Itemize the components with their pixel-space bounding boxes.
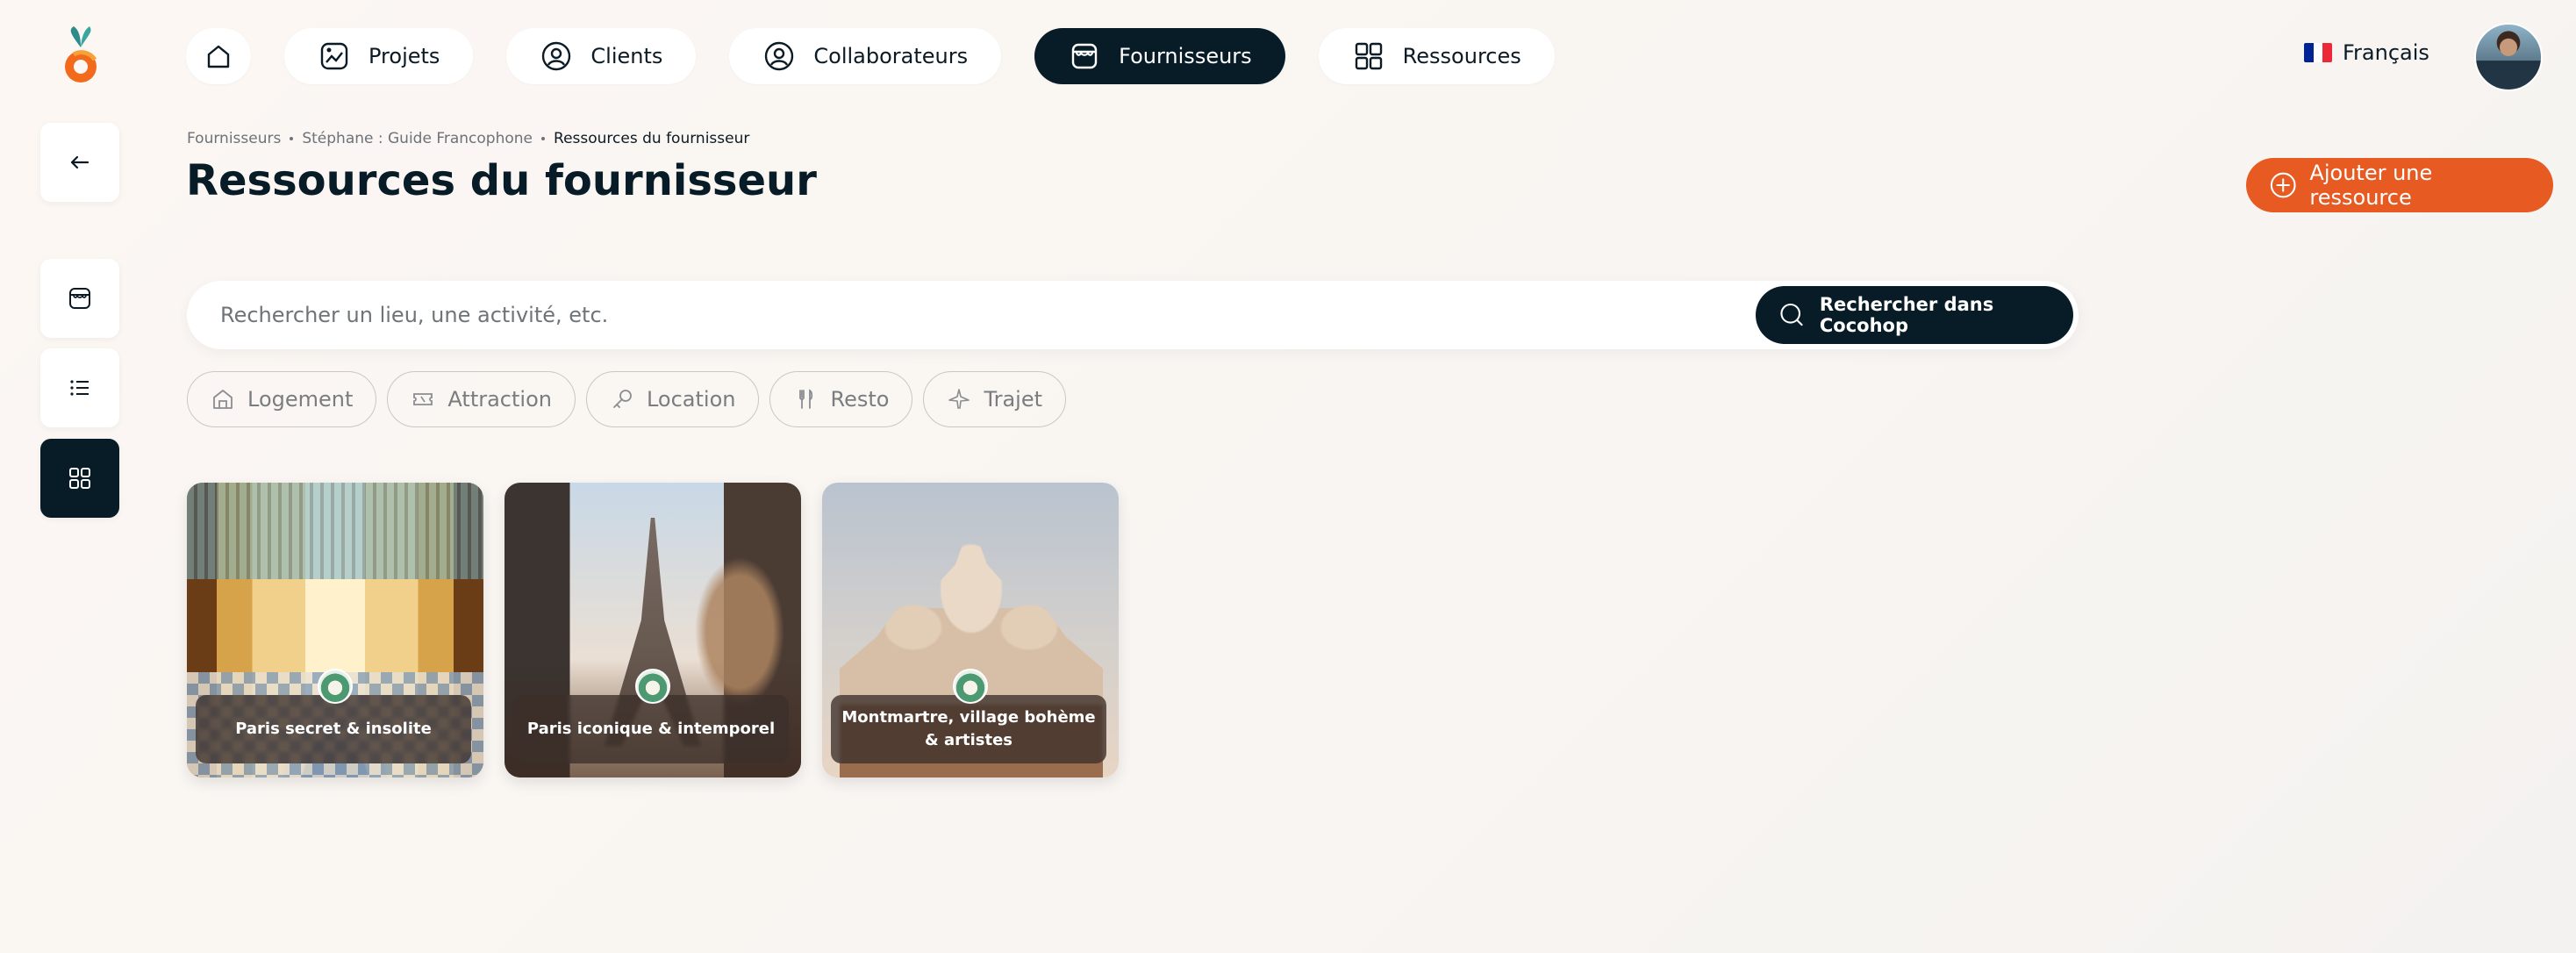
grid-icon: [1355, 42, 1382, 70]
filter-resto-label: Resto: [830, 387, 890, 412]
plane-icon: [948, 389, 970, 409]
nav-ressources[interactable]: Ressources: [1318, 28, 1555, 84]
store-icon: [69, 288, 90, 309]
key-icon: [613, 390, 632, 408]
nav-projets[interactable]: Projets: [284, 28, 474, 84]
rail-store-button[interactable]: [40, 259, 119, 338]
filter-attraction-label: Attraction: [447, 387, 552, 412]
search-cocohop-button[interactable]: Rechercher dans Cocohop: [1756, 286, 2073, 344]
store-icon: [1071, 43, 1098, 69]
filter-chips: Logement Attraction Location Resto Traje…: [187, 371, 1067, 427]
nav-fournisseurs-label: Fournisseurs: [1119, 44, 1252, 68]
france-flag-icon: [2304, 43, 2332, 62]
provider-badge-icon: [318, 669, 353, 704]
provider-badge-icon: [635, 669, 670, 704]
breadcrumb-fournisseurs[interactable]: Fournisseurs: [187, 130, 281, 147]
breadcrumb-supplier[interactable]: Stéphane : Guide Francophone: [302, 130, 533, 147]
filter-location[interactable]: Location: [585, 371, 760, 427]
nav-projets-label: Projets: [369, 44, 440, 68]
card-title: Paris iconique & intemporel: [513, 695, 789, 763]
projects-icon: [320, 42, 348, 70]
nav-collaborateurs-label: Collaborateurs: [813, 44, 969, 68]
nav-clients-label: Clients: [590, 44, 663, 68]
arrow-left-icon: [70, 155, 89, 169]
resource-card[interactable]: Paris secret & insolite: [187, 483, 483, 777]
nav-clients[interactable]: Clients: [506, 28, 697, 84]
filter-trajet-label: Trajet: [984, 387, 1043, 412]
home-icon: [207, 45, 230, 68]
top-navigation: Projets Clients Collaborateurs Fournisse…: [186, 28, 1555, 84]
rail-grid-view-button[interactable]: [40, 439, 119, 518]
language-label: Français: [2343, 40, 2429, 65]
filter-attraction[interactable]: Attraction: [387, 371, 576, 427]
user-avatar[interactable]: [2474, 23, 2543, 91]
card-title: Paris secret & insolite: [196, 695, 471, 763]
plus-circle-icon: [2270, 172, 2296, 198]
search-input[interactable]: [220, 297, 1712, 333]
search-button-label: Rechercher dans Cocohop: [1819, 294, 1994, 336]
app-logo[interactable]: [54, 25, 107, 88]
provider-badge-icon: [953, 669, 988, 704]
breadcrumb-separator: [290, 137, 294, 140]
cutlery-icon: [799, 389, 813, 409]
nav-fournisseurs[interactable]: Fournisseurs: [1034, 28, 1285, 84]
user-circle-icon: [542, 41, 571, 71]
card-title: Montmartre, village bohème & artistes: [831, 695, 1106, 763]
filter-trajet[interactable]: Trajet: [923, 371, 1067, 427]
breadcrumb-separator: [541, 137, 546, 140]
nav-collaborateurs[interactable]: Collaborateurs: [729, 28, 1002, 84]
add-resource-label: Ajouter une ressource: [2309, 161, 2433, 210]
filter-logement-label: Logement: [247, 387, 354, 412]
orange-logo-icon: [65, 26, 97, 82]
nav-home[interactable]: [186, 28, 251, 84]
ticket-icon: [413, 393, 433, 405]
breadcrumb: Fournisseurs Stéphane : Guide Francophon…: [187, 130, 749, 147]
list-icon: [70, 380, 89, 396]
nav-ressources-label: Ressources: [1402, 44, 1521, 68]
rail-list-view-button[interactable]: [40, 348, 119, 427]
lodging-icon: [213, 390, 233, 409]
resource-card[interactable]: Paris iconique & intemporel: [504, 483, 801, 777]
resource-cards: Paris secret & insolite Paris iconique &…: [187, 483, 1119, 777]
breadcrumb-current: Ressources du fournisseur: [554, 130, 750, 147]
search-bar: Rechercher dans Cocohop: [187, 281, 2079, 349]
filter-resto[interactable]: Resto: [769, 371, 913, 427]
search-icon: [1780, 303, 1803, 326]
back-button[interactable]: [40, 123, 119, 202]
add-resource-button[interactable]: Ajouter une ressource: [2246, 158, 2553, 212]
filter-location-label: Location: [646, 387, 736, 412]
grid-icon: [69, 468, 90, 489]
filter-logement[interactable]: Logement: [187, 371, 377, 427]
language-selector[interactable]: Français: [2304, 40, 2429, 65]
resource-card[interactable]: Montmartre, village bohème & artistes: [822, 483, 1119, 777]
page-title: Ressources du fournisseur: [186, 156, 817, 205]
user-circle-icon: [765, 41, 794, 71]
